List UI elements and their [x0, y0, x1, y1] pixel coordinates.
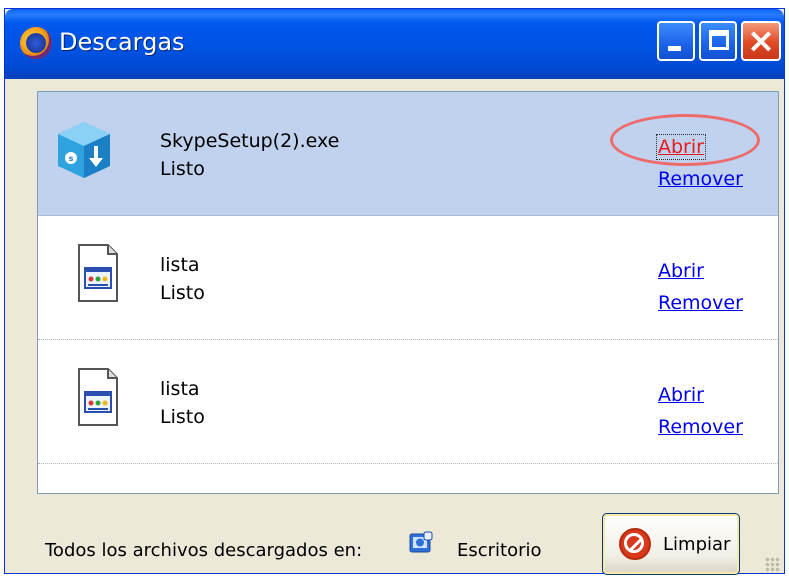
downloads-list[interactable]: s SkypeSetup(2).exe Listo Abrir Remover …	[37, 91, 779, 494]
title-bar[interactable]: Descargas ×	[5, 9, 784, 79]
clear-icon	[619, 528, 651, 560]
download-location-label: Todos los archivos descargados en:	[45, 540, 363, 561]
downloads-window: Descargas × s SkypeSetup(2).exe Listo Ab…	[4, 8, 785, 575]
download-status: Listo	[160, 158, 205, 180]
minimize-icon	[668, 46, 681, 51]
maximize-button[interactable]	[699, 21, 737, 61]
close-button[interactable]: ×	[741, 21, 781, 61]
clear-button-label: Limpiar	[663, 534, 731, 555]
download-status: Listo	[160, 406, 205, 428]
download-item[interactable]: lista Listo Abrir Remover	[38, 216, 778, 340]
minimize-button[interactable]	[657, 21, 695, 61]
html-document-icon	[78, 368, 118, 426]
remove-link[interactable]: Remover	[658, 168, 743, 190]
resize-grip[interactable]	[765, 557, 781, 573]
remove-link[interactable]: Remover	[658, 292, 743, 314]
open-link[interactable]: Abrir	[658, 260, 704, 282]
download-filename: lista	[160, 254, 200, 276]
window-title: Descargas	[59, 28, 185, 56]
maximize-icon	[709, 30, 729, 50]
download-filename: lista	[160, 378, 200, 400]
html-document-icon	[78, 244, 118, 302]
svg-text:s: s	[69, 154, 74, 163]
close-icon: ×	[746, 21, 776, 61]
clear-button[interactable]: Limpiar	[602, 513, 740, 575]
download-filename: SkypeSetup(2).exe	[160, 130, 340, 152]
open-link[interactable]: Abrir	[658, 384, 704, 406]
download-folder-name[interactable]: Escritorio	[457, 540, 542, 561]
download-item[interactable]: s SkypeSetup(2).exe Listo Abrir Remover	[38, 92, 778, 216]
open-link[interactable]: Abrir	[656, 134, 706, 160]
download-status: Listo	[160, 282, 205, 304]
remove-link[interactable]: Remover	[658, 416, 743, 438]
download-item[interactable]: lista Listo Abrir Remover	[38, 340, 778, 464]
skype-installer-icon: s	[58, 122, 110, 178]
desktop-folder-icon[interactable]	[408, 530, 434, 556]
firefox-icon	[20, 27, 52, 59]
